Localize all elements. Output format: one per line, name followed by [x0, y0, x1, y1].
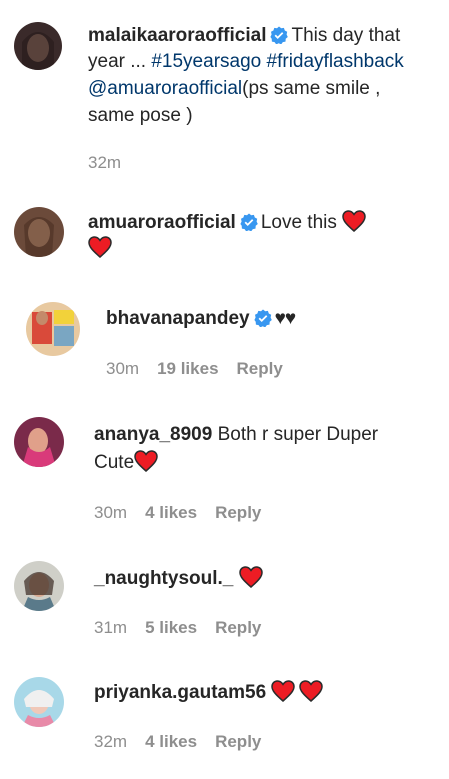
- hashtag-15yearsago[interactable]: #15yearsago: [151, 51, 261, 72]
- caption-line-2: year ... #15yearsago #fridayflashback: [88, 50, 404, 74]
- avatar-malaikaaroraofficial[interactable]: [14, 22, 62, 70]
- comment-2-reply-button[interactable]: Reply: [237, 359, 283, 378]
- comment-5-reply-button[interactable]: Reply: [215, 732, 261, 751]
- comment-4-line-1: _naughtysoul._: [94, 566, 263, 595]
- caption-line-1: malaikaaroraofficial This day that: [88, 24, 400, 51]
- caption-line-3: @amuaroraofficial(ps same smile ,: [88, 77, 380, 101]
- mention-amuaroraofficial[interactable]: @amuaroraofficial: [88, 78, 242, 99]
- caption-text-1: This day that: [291, 25, 401, 46]
- comment-2-text: ♥♥: [274, 308, 297, 329]
- heart-icon: [342, 210, 366, 239]
- comment-2-username[interactable]: bhavanapandey: [106, 308, 250, 329]
- comment-2-meta: 30m 19 likes Reply: [106, 359, 301, 379]
- caption-meta: 32m: [88, 153, 139, 173]
- caption-text-3: (ps same smile ,: [242, 78, 381, 99]
- avatar-amuaroraofficial[interactable]: [14, 207, 64, 257]
- comment-4-likes[interactable]: 5 likes: [145, 618, 197, 637]
- comment-2-line-1: bhavanapandey ♥♥: [106, 307, 297, 334]
- comment-3-line-2: Cute: [94, 450, 158, 479]
- comment-3-text-2: Cute: [94, 452, 135, 473]
- comment-5-line-1: priyanka.gautam56: [94, 680, 324, 709]
- avatar-priyanka-gautam56[interactable]: [14, 677, 64, 727]
- verified-badge-icon: [254, 309, 272, 334]
- comment-2-likes[interactable]: 19 likes: [157, 359, 218, 378]
- hashtag-fridayflashback[interactable]: #fridayflashback: [267, 51, 404, 72]
- comment-3-text-1: Both r super Duper: [217, 424, 379, 445]
- comment-2-time: 30m: [106, 359, 140, 378]
- heart-icon: [134, 450, 158, 479]
- heart-icon: [238, 566, 263, 595]
- avatar-ananya-8909[interactable]: [14, 417, 64, 467]
- comment-5-username[interactable]: priyanka.gautam56: [94, 682, 266, 703]
- caption-time: 32m: [88, 153, 122, 172]
- comment-5-time: 32m: [94, 732, 128, 751]
- comment-3-username[interactable]: ananya_8909: [94, 424, 212, 445]
- comment-3-meta: 30m 4 likes Reply: [94, 503, 279, 523]
- verified-badge-icon: [240, 213, 258, 238]
- heart-icon: [271, 680, 296, 709]
- comment-1-text: Love this: [260, 212, 337, 233]
- comment-4-meta: 31m 5 likes Reply: [94, 618, 279, 638]
- caption-text-4: same pose ): [88, 105, 193, 126]
- comment-4-username[interactable]: _naughtysoul._: [94, 568, 233, 589]
- comment-1-line-1: amuaroraofficial Love this: [88, 210, 366, 239]
- avatar-naughtysoul[interactable]: [14, 561, 64, 611]
- comment-3-time: 30m: [94, 503, 128, 522]
- comment-5-likes[interactable]: 4 likes: [145, 732, 197, 751]
- comment-1-line-2: [88, 236, 112, 265]
- comment-4-time: 31m: [94, 618, 128, 637]
- comment-5-meta: 32m 4 likes Reply: [94, 732, 279, 752]
- avatar-bhavanapandey[interactable]: [26, 302, 80, 356]
- comment-3-line-1: ananya_8909 Both r super Duper: [94, 423, 378, 447]
- comment-4-reply-button[interactable]: Reply: [215, 618, 261, 637]
- comment-3-reply-button[interactable]: Reply: [215, 503, 261, 522]
- caption-line-4: same pose ): [88, 104, 193, 128]
- caption-text-2: year ...: [88, 51, 147, 72]
- verified-badge-icon: [270, 26, 289, 51]
- heart-icon: [299, 680, 324, 709]
- heart-icon: [88, 236, 112, 265]
- comment-3-likes[interactable]: 4 likes: [145, 503, 197, 522]
- comment-1-username[interactable]: amuaroraofficial: [88, 212, 236, 233]
- caption-username[interactable]: malaikaaroraofficial: [88, 25, 266, 46]
